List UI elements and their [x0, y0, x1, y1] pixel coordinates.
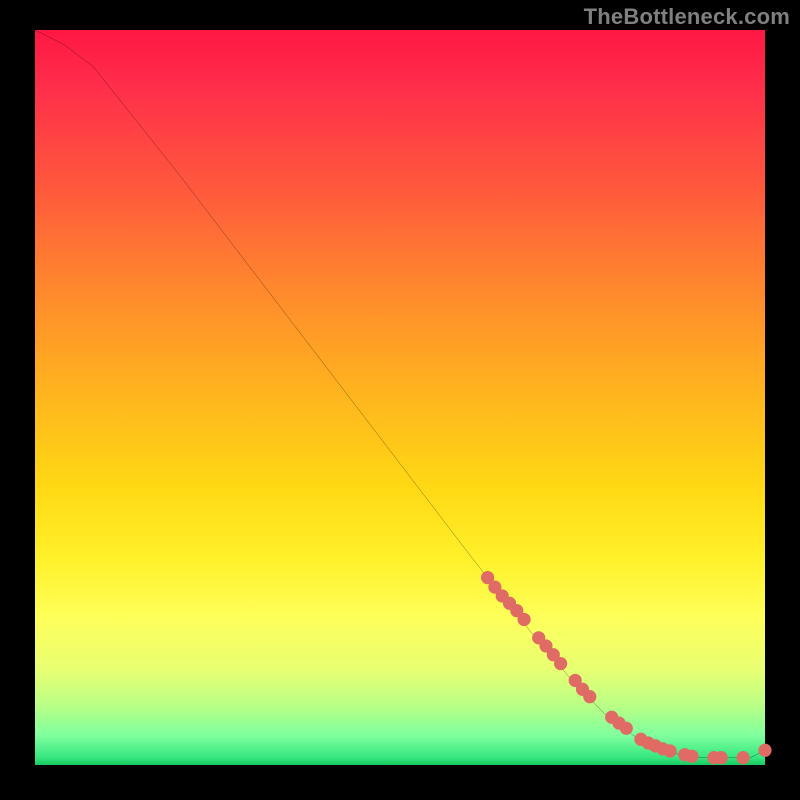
curve-marker: [518, 613, 531, 626]
bottleneck-curve-line: [35, 30, 765, 758]
chart-svg: [35, 30, 765, 765]
curve-marker: [715, 751, 728, 764]
curve-marker: [685, 750, 698, 763]
curve-marker: [620, 722, 633, 735]
curve-marker: [583, 690, 596, 703]
chart-frame: TheBottleneck.com: [0, 0, 800, 800]
curve-marker: [664, 744, 677, 757]
curve-markers: [481, 571, 772, 764]
attribution-text: TheBottleneck.com: [584, 4, 790, 30]
curve-marker: [554, 657, 567, 670]
curve-marker: [737, 751, 750, 764]
curve-marker: [758, 744, 771, 757]
plot-area: [35, 30, 765, 765]
